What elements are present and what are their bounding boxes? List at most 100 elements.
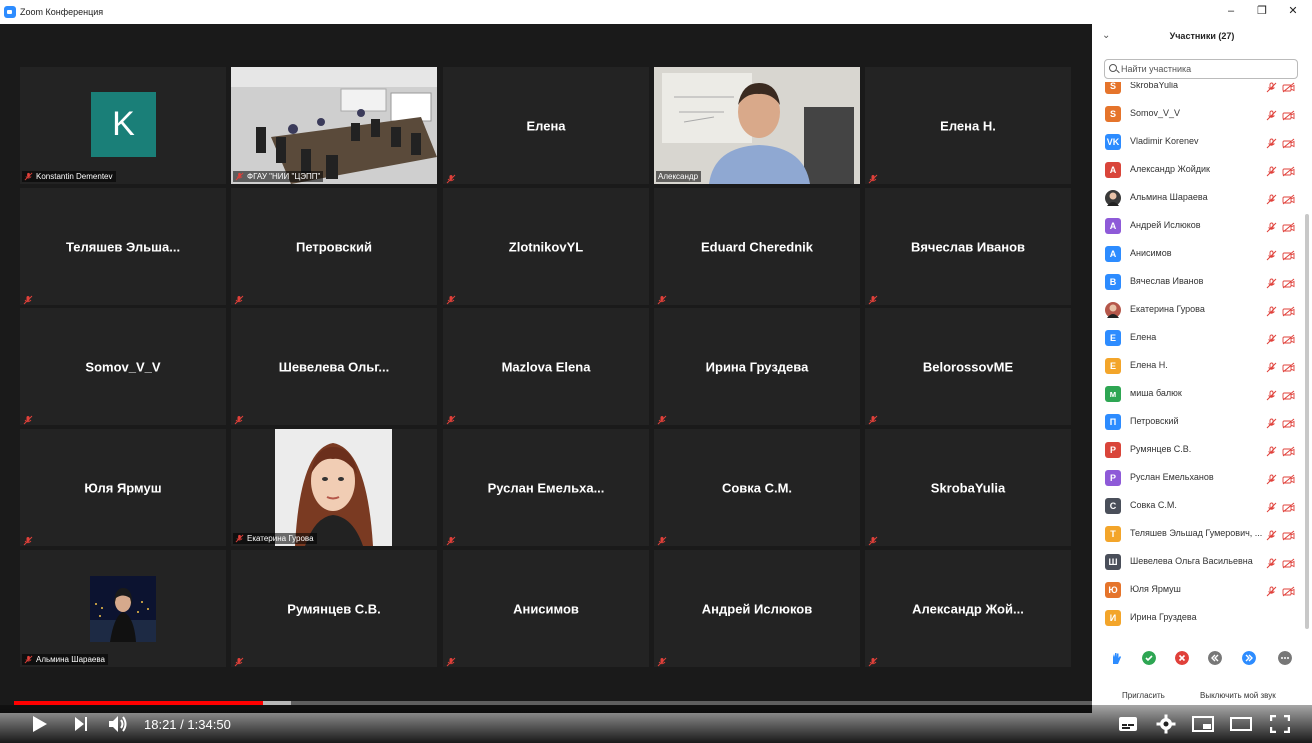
participant-avatar: S <box>1105 82 1121 94</box>
participant-avatar: VK <box>1105 134 1121 150</box>
participant-tile[interactable]: Петровский <box>231 188 437 305</box>
participant-row[interactable]: Ю Юля Ярмуш <box>1092 576 1304 604</box>
restore-icon[interactable]: ❐ <box>1254 4 1270 18</box>
participant-tile[interactable]: Шевелева Ольг... <box>231 308 437 425</box>
participant-tile[interactable]: SkrobaYulia <box>865 429 1071 546</box>
participant-name: Совка С.М. <box>721 480 793 495</box>
participant-tile[interactable]: Александр Жой... <box>865 550 1071 667</box>
participant-photo <box>90 576 156 642</box>
participant-row[interactable]: А Анисимов <box>1092 240 1304 268</box>
video-off-icon <box>1282 416 1295 429</box>
settings-gear-icon[interactable] <box>1156 714 1176 734</box>
participant-row[interactable]: И Ирина Груздева <box>1092 604 1304 630</box>
participant-tile[interactable]: ФГАУ "НИИ "ЦЭПП" <box>231 67 437 184</box>
participant-row[interactable]: Е Елена Н. <box>1092 352 1304 380</box>
miniplayer-icon[interactable] <box>1192 716 1214 732</box>
participant-row[interactable]: Ш Шевелева Ольга Васильевна <box>1092 548 1304 576</box>
minimize-icon[interactable]: – <box>1223 4 1239 18</box>
participant-search-input[interactable]: Найти участника <box>1104 59 1298 79</box>
participant-row[interactable]: VK Vladimir Korenev <box>1092 128 1304 156</box>
play-icon[interactable] <box>32 715 48 733</box>
participant-name: Петровский <box>1130 416 1179 426</box>
video-off-icon <box>1282 500 1295 513</box>
muted-mic-icon <box>446 171 456 184</box>
participant-row[interactable]: Альмина Шараева <box>1092 184 1304 212</box>
participant-name: Петровский <box>295 239 373 254</box>
participant-label: Александр <box>656 171 702 182</box>
participant-tile[interactable]: Елена <box>443 67 649 184</box>
muted-mic-icon <box>1266 528 1277 541</box>
participant-name: Юля Ярмуш <box>1130 584 1181 594</box>
next-icon[interactable] <box>74 716 88 732</box>
participant-row[interactable]: Т Теляшев Эльшад Гумерович, ... <box>1092 520 1304 548</box>
video-off-icon <box>1282 332 1295 345</box>
participant-row[interactable]: В Вячеслав Иванов <box>1092 268 1304 296</box>
participant-name: Елена <box>1130 332 1157 342</box>
participant-row[interactable]: А Александр Жойдик <box>1092 156 1304 184</box>
invite-button[interactable]: Пригласить <box>1122 691 1165 700</box>
yes-icon[interactable] <box>1142 651 1156 665</box>
participant-tile[interactable]: Екатерина Гурова <box>231 429 437 546</box>
participant-tile[interactable]: Совка С.М. <box>654 429 860 546</box>
more-reactions-icon[interactable] <box>1278 651 1292 665</box>
muted-mic-icon <box>1266 136 1277 149</box>
go-slower-icon[interactable] <box>1208 651 1222 665</box>
participant-row[interactable]: П Петровский <box>1092 408 1304 436</box>
participant-tile[interactable]: Андрей Ислюков <box>654 550 860 667</box>
participant-avatar: Е <box>1105 330 1121 346</box>
video-off-icon <box>1282 444 1295 457</box>
participant-tile[interactable]: Ирина Груздева <box>654 308 860 425</box>
participant-row[interactable]: S SkrobaYulia <box>1092 82 1304 100</box>
participant-tile[interactable]: ZlotnikovYL <box>443 188 649 305</box>
time-display: 18:21 / 1:34:50 <box>144 717 231 732</box>
participant-tile[interactable]: Александр <box>654 67 860 184</box>
zoom-app-icon <box>4 6 16 18</box>
participant-tile[interactable]: Юля Ярмуш <box>20 429 226 546</box>
video-off-icon <box>1282 556 1295 569</box>
participant-name: Анисимов <box>513 601 579 616</box>
raise-hand-icon[interactable] <box>1109 651 1123 665</box>
participant-list-scrollbar[interactable] <box>1305 214 1309 629</box>
participant-name: Руслан Емельханов <box>1130 472 1214 482</box>
participant-row[interactable]: Р Руслан Емельханов <box>1092 464 1304 492</box>
muted-mic-icon <box>1266 248 1277 261</box>
muted-mic-icon <box>1266 220 1277 233</box>
muted-mic-icon <box>868 412 878 425</box>
participant-tile[interactable]: Елена Н. <box>865 67 1071 184</box>
video-off-icon <box>1282 276 1295 289</box>
participant-tile[interactable]: Eduard Cherednik <box>654 188 860 305</box>
video-off-icon <box>1282 164 1295 177</box>
subtitles-icon[interactable] <box>1118 716 1138 732</box>
participant-tile[interactable]: Теляшев Эльша... <box>20 188 226 305</box>
participant-tile[interactable]: Руслан Емельха... <box>443 429 649 546</box>
participant-row[interactable]: С Совка С.М. <box>1092 492 1304 520</box>
participant-tile[interactable]: Анисимов <box>443 550 649 667</box>
muted-mic-icon <box>1266 584 1277 597</box>
participant-row[interactable]: Е Елена <box>1092 324 1304 352</box>
muted-mic-icon <box>446 412 456 425</box>
participant-avatar <box>1105 302 1121 318</box>
participant-row[interactable]: Р Румянцев С.В. <box>1092 436 1304 464</box>
participant-tile[interactable]: K Konstantin Dementev <box>20 67 226 184</box>
participant-tile[interactable]: Румянцев С.В. <box>231 550 437 667</box>
participant-tile[interactable]: Mazlova Elena <box>443 308 649 425</box>
volume-icon[interactable] <box>108 714 130 734</box>
participant-name: Somov_V_V <box>85 359 161 374</box>
participant-tile[interactable]: Somov_V_V <box>20 308 226 425</box>
close-icon[interactable]: ✕ <box>1285 4 1301 18</box>
muted-mic-icon <box>234 654 244 667</box>
no-icon[interactable] <box>1175 651 1189 665</box>
participant-tile[interactable]: BelorossovME <box>865 308 1071 425</box>
mute-me-button[interactable]: Выключить мой звук <box>1200 691 1276 700</box>
theater-mode-icon[interactable] <box>1230 716 1252 732</box>
participant-row[interactable]: Екатерина Гурова <box>1092 296 1304 324</box>
participant-row[interactable]: м миша балюк <box>1092 380 1304 408</box>
fullscreen-icon[interactable] <box>1270 715 1290 733</box>
go-faster-icon[interactable] <box>1242 651 1256 665</box>
participant-name: Руслан Емельха... <box>487 480 605 495</box>
participant-tile[interactable]: Вячеслав Иванов <box>865 188 1071 305</box>
time-total: 1:34:50 <box>187 717 231 732</box>
participant-row[interactable]: А Андрей Ислюков <box>1092 212 1304 240</box>
participant-tile[interactable]: Альмина Шараева <box>20 550 226 667</box>
participant-row[interactable]: S Somov_V_V <box>1092 100 1304 128</box>
